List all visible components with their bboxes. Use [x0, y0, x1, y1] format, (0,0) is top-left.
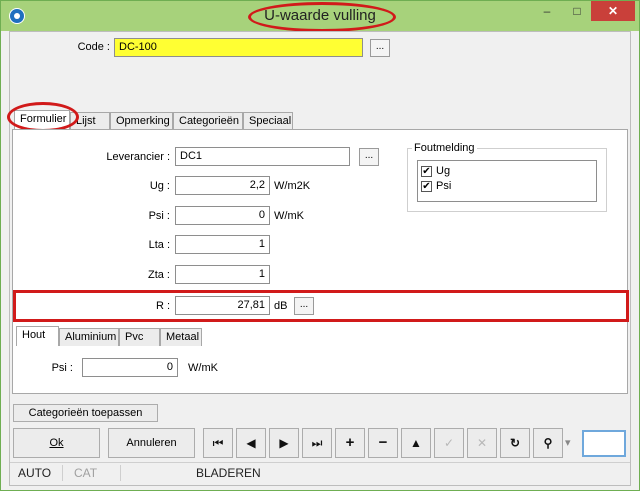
search-input[interactable]: [582, 430, 626, 457]
code-field[interactable]: DC-100: [114, 38, 363, 57]
zta-field[interactable]: 1: [175, 265, 270, 284]
cancel-edit-icon[interactable]: ✕: [467, 428, 497, 458]
delete-record-icon[interactable]: −: [368, 428, 398, 458]
psi-checkbox[interactable]: ✔: [421, 181, 432, 192]
lta-label: Lta :: [148, 239, 170, 251]
tab-opmerking[interactable]: Opmerking: [110, 112, 173, 130]
lta-field[interactable]: 1: [175, 235, 270, 254]
psi-label: Psi :: [148, 210, 170, 222]
previous-record-icon[interactable]: ◀: [236, 428, 266, 458]
annuleren-button[interactable]: Annuleren: [108, 428, 195, 458]
psi-unit: W/mK: [274, 210, 304, 222]
minimize-button[interactable]: –: [533, 1, 561, 21]
leverancier-label: Leverancier :: [106, 151, 170, 163]
status-separator: [62, 465, 63, 481]
tab-categorieen[interactable]: Categorieën: [173, 112, 243, 130]
ug-field[interactable]: 2,2: [175, 176, 270, 195]
tab-speciaal[interactable]: Speciaal: [243, 112, 293, 130]
leverancier-browse-button[interactable]: ...: [359, 148, 379, 166]
subtab-metaal[interactable]: Metaal: [160, 328, 202, 346]
status-cat: CAT: [74, 466, 98, 480]
hout-psi-field[interactable]: 0: [82, 358, 178, 377]
status-separator: [120, 465, 121, 481]
status-auto: AUTO: [18, 466, 52, 480]
hout-psi-label: Psi :: [51, 362, 73, 374]
edit-up-icon[interactable]: ▲: [401, 428, 431, 458]
tab-highlight-oval: [7, 102, 79, 132]
subtab-pvc[interactable]: Pvc: [119, 328, 160, 346]
code-label: Code :: [77, 41, 110, 53]
refresh-icon[interactable]: ↻: [500, 428, 530, 458]
subtab-hout[interactable]: Hout: [16, 326, 59, 346]
ok-button[interactable]: Ok: [13, 428, 100, 458]
add-record-icon[interactable]: +: [335, 428, 365, 458]
close-button[interactable]: ✕: [591, 1, 635, 21]
binoculars-search-icon[interactable]: ⚲: [533, 428, 563, 458]
psi-checkbox-label: Psi: [436, 180, 452, 192]
window: U-waarde vulling – □ ✕ Code : DC-100 ...…: [0, 0, 640, 491]
ug-checkbox[interactable]: ✔: [421, 166, 432, 177]
post-edit-icon[interactable]: ✓: [434, 428, 464, 458]
zta-label: Zta :: [147, 269, 170, 281]
ug-unit: W/m2K: [274, 180, 311, 192]
title-bar: U-waarde vulling – □ ✕: [1, 1, 639, 32]
first-record-icon[interactable]: ⏮: [203, 428, 233, 458]
last-record-icon[interactable]: ⏭: [302, 428, 332, 458]
subtab-aluminium[interactable]: Aluminium: [59, 328, 119, 346]
ug-checkbox-label: Ug: [436, 165, 451, 177]
search-dropdown-icon[interactable]: ▾: [565, 436, 571, 449]
psi-field[interactable]: 0: [175, 206, 270, 225]
title-highlight-oval: [248, 2, 396, 32]
leverancier-field[interactable]: DC1: [175, 147, 350, 166]
maximize-button[interactable]: □: [563, 1, 591, 21]
next-record-icon[interactable]: ▶: [269, 428, 299, 458]
client-area: Code : DC-100 ... Formulier Lijst Opmerk…: [7, 31, 631, 486]
status-bladeren: BLADEREN: [196, 466, 261, 480]
categorieen-toepassen-button[interactable]: Categorieën toepassen: [13, 404, 158, 422]
status-divider: [10, 462, 630, 463]
hout-psi-unit: W/mK: [188, 362, 218, 374]
foutmelding-title: Foutmelding: [412, 142, 477, 154]
ug-label: Ug :: [149, 180, 170, 192]
r-highlight-box: [13, 290, 629, 322]
code-browse-button[interactable]: ...: [370, 39, 390, 57]
